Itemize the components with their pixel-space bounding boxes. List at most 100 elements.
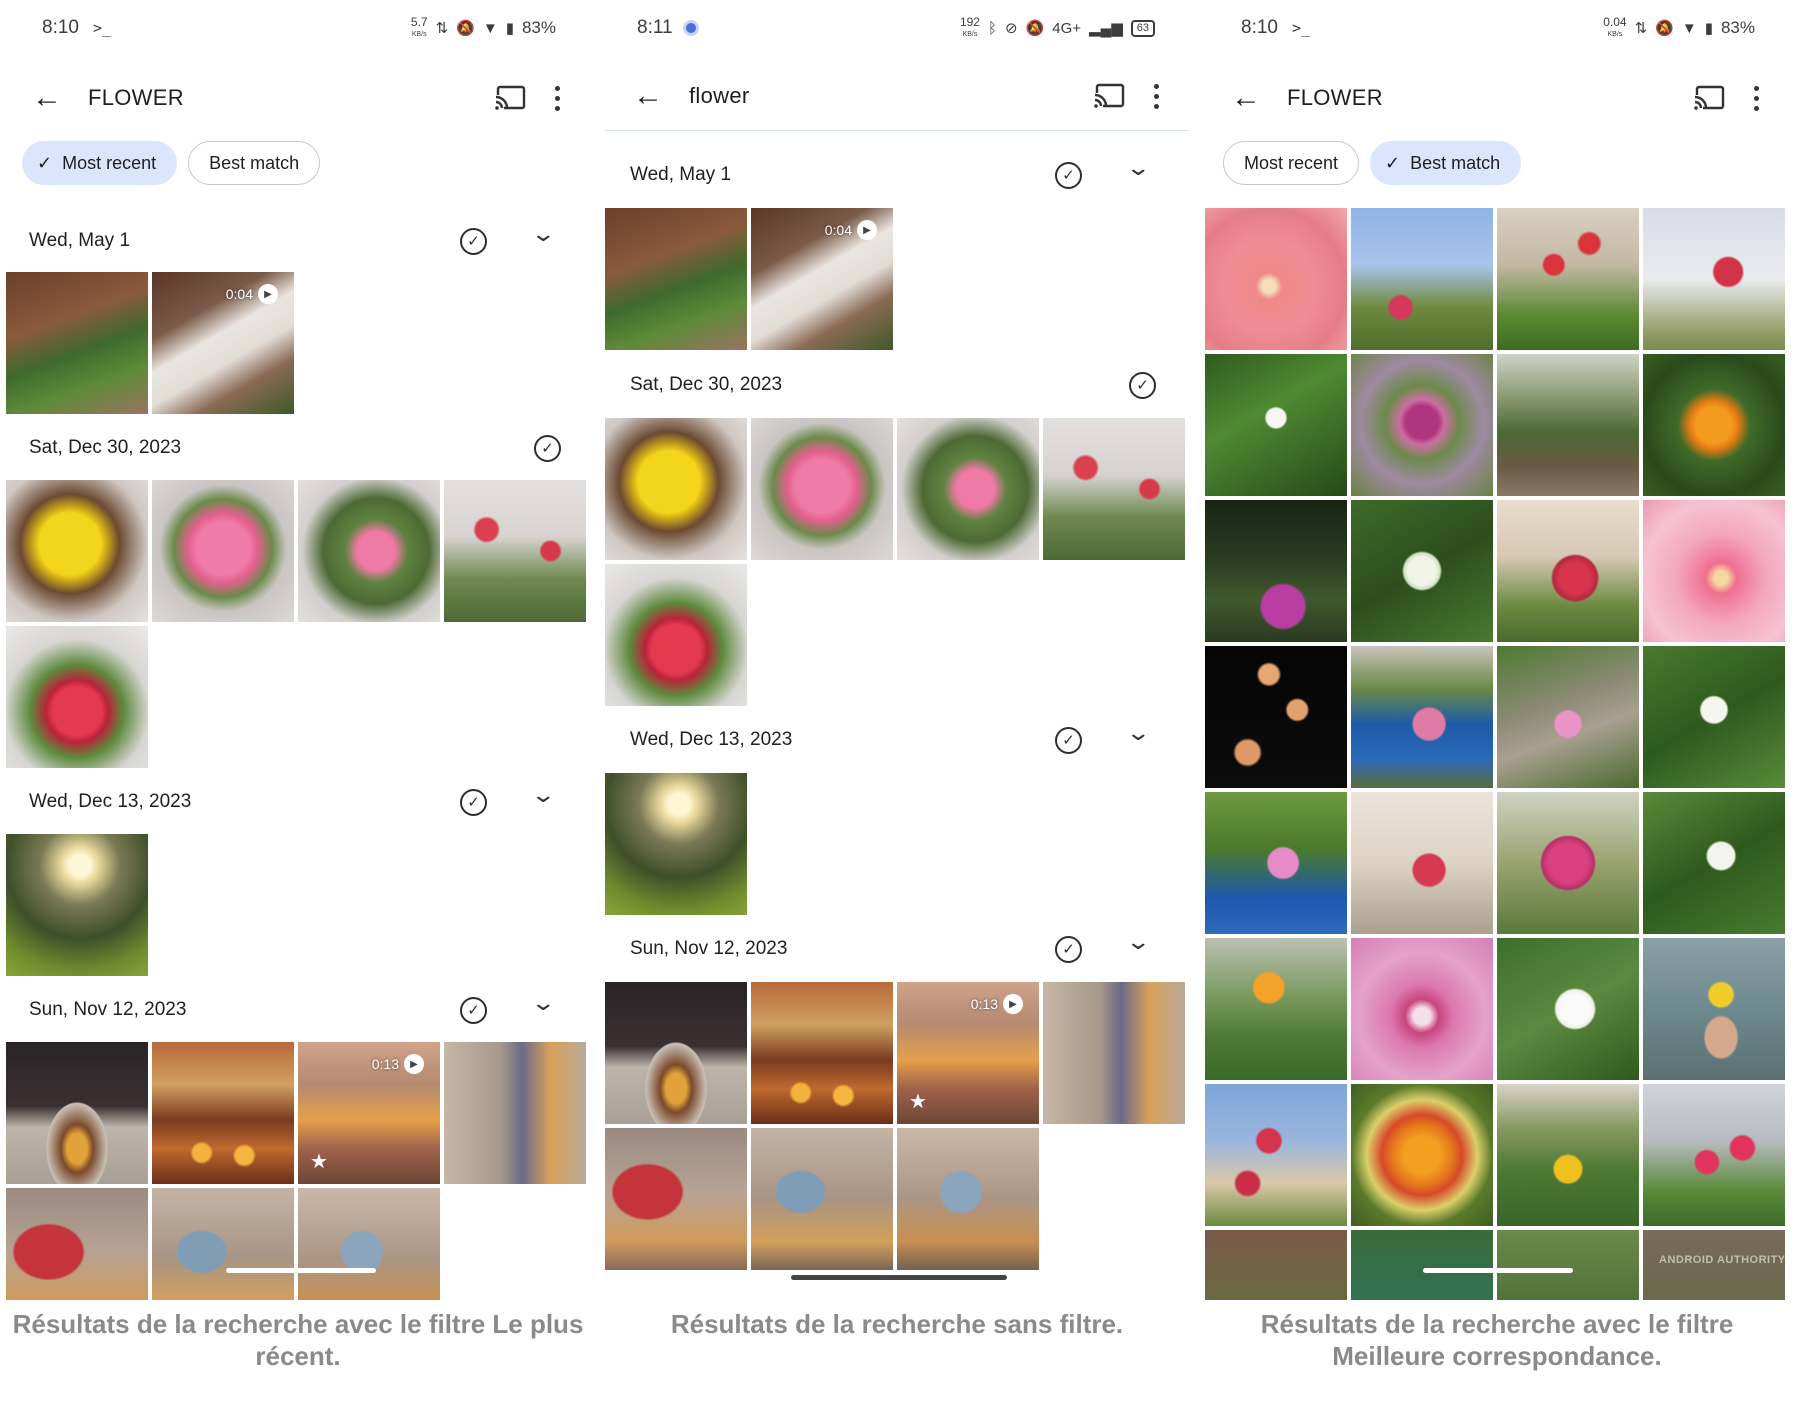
video-thumbnail[interactable]: 0:13 ▶ ★ — [298, 1042, 440, 1184]
cast-icon[interactable] — [1693, 85, 1725, 111]
photo-thumbnail[interactable] — [1205, 792, 1347, 934]
cast-icon[interactable] — [1093, 83, 1125, 109]
date-label: Sun, Nov 12, 2023 — [630, 938, 788, 959]
photo-thumbnail[interactable] — [1497, 1084, 1639, 1226]
video-thumbnail[interactable]: 0:04 ▶ — [751, 208, 893, 350]
arrow-left-icon[interactable]: ← — [1231, 81, 1271, 115]
photo-thumbnail[interactable] — [605, 1128, 747, 1270]
photo-thumbnail[interactable] — [1205, 938, 1347, 1080]
chevron-down-icon[interactable]: ⌄ — [1125, 155, 1151, 181]
photo-thumbnail[interactable] — [605, 418, 747, 560]
photo-thumbnail[interactable] — [1643, 354, 1785, 496]
photo-thumbnail[interactable] — [897, 1128, 1039, 1270]
photo-thumbnail[interactable] — [605, 773, 747, 915]
check-circle-icon[interactable]: ✓ — [460, 227, 487, 255]
chip-best-match[interactable]: ✓ Best match — [1370, 141, 1522, 185]
more-vert-icon[interactable] — [1151, 83, 1161, 109]
photo-thumbnail[interactable] — [1643, 646, 1785, 788]
photo-thumbnail[interactable] — [152, 480, 294, 622]
photo-thumbnail[interactable] — [1205, 646, 1347, 788]
photo-thumbnail[interactable] — [605, 564, 747, 706]
photo-thumbnail[interactable] — [1043, 418, 1185, 560]
check-circle-icon[interactable]: ✓ — [460, 788, 487, 816]
photo-thumbnail[interactable] — [6, 272, 148, 414]
photo-thumbnail[interactable] — [6, 1188, 148, 1300]
screen-best-match: 8:10 >_ 0.04 KB/s ⇅ 🔕 ▼ ▮ 83% ← FLOWER Mo… — [1205, 0, 1789, 1300]
home-indicator[interactable] — [226, 1268, 376, 1273]
photo-thumbnail[interactable] — [605, 982, 747, 1124]
photo-thumbnail[interactable] — [1497, 500, 1639, 642]
photo-thumbnail[interactable] — [298, 1188, 440, 1300]
photo-thumbnail[interactable] — [444, 1042, 586, 1184]
photo-thumbnail[interactable] — [1351, 1230, 1493, 1300]
search-input[interactable]: flower — [689, 83, 750, 109]
photo-thumbnail[interactable] — [1497, 792, 1639, 934]
video-thumbnail[interactable]: 0:13 ▶ ★ — [897, 982, 1039, 1124]
photo-thumbnail[interactable] — [1351, 792, 1493, 934]
arrow-left-icon[interactable]: ← — [633, 79, 673, 113]
photo-thumbnail[interactable] — [751, 418, 893, 560]
check-circle-icon[interactable]: ✓ — [1055, 161, 1082, 189]
photo-thumbnail[interactable] — [1497, 354, 1639, 496]
chevron-down-icon[interactable]: ⌄ — [530, 221, 556, 247]
check-circle-icon[interactable]: ✓ — [1129, 371, 1156, 399]
arrow-left-icon[interactable]: ← — [32, 81, 72, 115]
chevron-down-icon[interactable]: ⌄ — [1125, 720, 1151, 746]
photo-thumbnail[interactable] — [1643, 792, 1785, 934]
check-circle-icon[interactable]: ✓ — [534, 434, 561, 462]
photo-thumbnail[interactable] — [1205, 208, 1347, 350]
photo-thumbnail[interactable] — [1643, 208, 1785, 350]
photo-thumbnail[interactable] — [6, 480, 148, 622]
chevron-down-icon[interactable]: ⌄ — [530, 990, 556, 1016]
photo-thumbnail[interactable] — [1643, 938, 1785, 1080]
chevron-down-icon[interactable]: ⌄ — [530, 782, 556, 808]
photo-thumbnail[interactable] — [1351, 1084, 1493, 1226]
photo-thumbnail[interactable] — [1497, 646, 1639, 788]
photo-thumbnail[interactable] — [1351, 938, 1493, 1080]
more-vert-icon[interactable] — [552, 85, 562, 111]
photo-thumbnail[interactable] — [751, 982, 893, 1124]
photo-thumbnail[interactable] — [1351, 646, 1493, 788]
photo-thumbnail[interactable] — [1497, 938, 1639, 1080]
photo-thumbnail[interactable] — [1643, 500, 1785, 642]
photo-thumbnail[interactable] — [1497, 208, 1639, 350]
cast-icon[interactable] — [494, 85, 526, 111]
home-indicator[interactable] — [1423, 1268, 1573, 1273]
home-indicator[interactable] — [791, 1275, 1007, 1280]
search-query-title[interactable]: FLOWER — [1287, 85, 1383, 111]
date-label: Wed, Dec 13, 2023 — [630, 729, 793, 750]
photo-thumbnail[interactable] — [1205, 500, 1347, 642]
photo-thumbnail[interactable] — [444, 480, 586, 622]
photo-thumbnail[interactable] — [605, 208, 747, 350]
photo-thumbnail[interactable] — [298, 480, 440, 622]
photo-thumbnail[interactable] — [6, 1042, 148, 1184]
photo-thumbnail[interactable] — [6, 834, 148, 976]
photo-thumbnail[interactable] — [1351, 500, 1493, 642]
photo-thumbnail[interactable] — [1205, 1084, 1347, 1226]
photo-thumbnail[interactable] — [1351, 208, 1493, 350]
photo-thumbnail[interactable] — [1351, 354, 1493, 496]
chevron-down-icon[interactable]: ⌄ — [1125, 929, 1151, 955]
photo-thumbnail[interactable] — [152, 1042, 294, 1184]
photo-thumbnail[interactable] — [751, 1128, 893, 1270]
photo-grid: 0:04 ▶ — [6, 272, 586, 414]
check-circle-icon[interactable]: ✓ — [1055, 935, 1082, 963]
chip-most-recent[interactable]: ✓ Most recent — [22, 141, 178, 185]
video-thumbnail[interactable]: 0:04 ▶ — [152, 272, 294, 414]
photo-grid — [6, 480, 586, 768]
photo-thumbnail[interactable] — [1043, 982, 1185, 1124]
more-vert-icon[interactable] — [1751, 85, 1761, 111]
check-circle-icon[interactable]: ✓ — [1055, 726, 1082, 754]
photo-thumbnail[interactable] — [6, 626, 148, 768]
photo-thumbnail[interactable] — [1205, 1230, 1347, 1300]
search-query-title[interactable]: FLOWER — [88, 85, 184, 111]
photo-thumbnail[interactable] — [1205, 354, 1347, 496]
photo-thumbnail[interactable] — [1643, 1084, 1785, 1226]
chip-most-recent[interactable]: Most recent — [1223, 141, 1360, 185]
photo-thumbnail[interactable] — [152, 1188, 294, 1300]
photo-thumbnail[interactable] — [897, 418, 1039, 560]
chip-best-match[interactable]: Best match — [188, 141, 321, 185]
photo-thumbnail[interactable] — [1497, 1230, 1639, 1300]
video-badge: 0:04 ▶ — [226, 284, 278, 304]
check-circle-icon[interactable]: ✓ — [460, 996, 487, 1024]
